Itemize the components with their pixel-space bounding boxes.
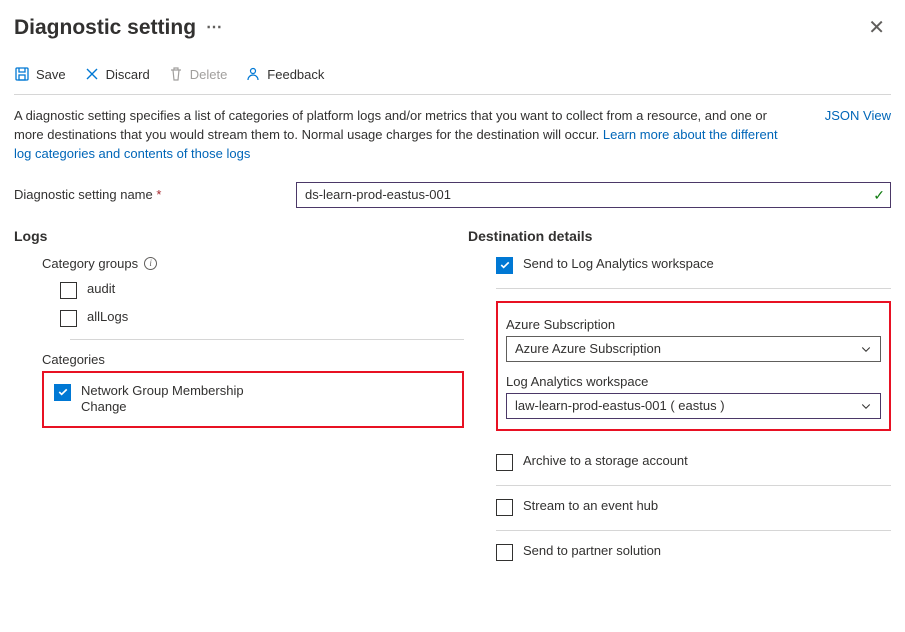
divider [496, 288, 891, 289]
checkbox-label: Stream to an event hub [523, 498, 658, 515]
categories-label: Categories [14, 352, 464, 367]
checkbox-label: Network Group Membership Change [81, 383, 254, 417]
feedback-label: Feedback [267, 67, 324, 82]
checkbox-label: Send to Log Analytics workspace [523, 256, 714, 273]
checkbox-box [496, 257, 513, 274]
subscription-label: Azure Subscription [506, 317, 881, 332]
checkbox-label: audit [87, 281, 115, 298]
checkbox-partner-solution[interactable]: Send to partner solution [496, 543, 891, 561]
info-icon[interactable]: i [144, 257, 157, 270]
toolbar: Save Discard Delete Feedback [14, 64, 891, 95]
close-icon: ✕ [868, 17, 885, 39]
more-icon[interactable]: ⋯ [206, 20, 223, 36]
checkbox-box [496, 454, 513, 471]
chevron-down-icon [860, 400, 872, 415]
divider [496, 530, 891, 531]
subscription-value: Azure Azure Subscription [515, 341, 661, 356]
subscription-select[interactable]: Azure Azure Subscription [506, 336, 881, 362]
checkbox-box [496, 544, 513, 561]
checkbox-stream-eventhub[interactable]: Stream to an event hub [496, 498, 891, 516]
highlight-law-details: Azure Subscription Azure Azure Subscript… [496, 301, 891, 431]
checkbox-box [60, 282, 77, 299]
discard-label: Discard [106, 67, 150, 82]
checkbox-box [496, 499, 513, 516]
close-button[interactable]: ✕ [862, 14, 891, 42]
checkbox-network-group-membership[interactable]: Network Group Membership Change [54, 383, 254, 417]
description-text: A diagnostic setting specifies a list of… [14, 107, 784, 164]
save-button[interactable]: Save [14, 64, 66, 84]
valid-check-icon: ✓ [873, 187, 885, 204]
setting-name-input[interactable] [296, 182, 891, 208]
page-title: Diagnostic setting [14, 16, 196, 40]
workspace-value: law-learn-prod-eastus-001 ( eastus ) [515, 398, 725, 413]
checkbox-box [54, 384, 71, 401]
checkbox-box [60, 310, 77, 327]
divider [70, 339, 464, 340]
checkbox-send-law[interactable]: Send to Log Analytics workspace [496, 256, 891, 274]
checkbox-label: Archive to a storage account [523, 453, 688, 470]
feedback-icon [245, 66, 261, 82]
divider [496, 485, 891, 486]
destination-heading: Destination details [468, 228, 891, 244]
discard-button[interactable]: Discard [84, 64, 150, 84]
feedback-button[interactable]: Feedback [245, 64, 324, 84]
category-groups-label: Category groups i [42, 256, 464, 271]
logs-heading: Logs [14, 228, 464, 244]
json-view-link[interactable]: JSON View [825, 107, 891, 164]
highlight-categories: Network Group Membership Change [42, 371, 464, 429]
delete-button: Delete [168, 64, 228, 84]
chevron-down-icon [860, 343, 872, 358]
delete-icon [168, 66, 184, 82]
discard-icon [84, 66, 100, 82]
delete-label: Delete [190, 67, 228, 82]
checkbox-alllogs[interactable]: allLogs [60, 309, 464, 327]
checkbox-label: allLogs [87, 309, 128, 326]
checkbox-archive-storage[interactable]: Archive to a storage account [496, 453, 891, 471]
checkbox-audit[interactable]: audit [60, 281, 464, 299]
save-icon [14, 66, 30, 82]
workspace-label: Log Analytics workspace [506, 374, 881, 389]
checkbox-label: Send to partner solution [523, 543, 661, 560]
save-label: Save [36, 67, 66, 82]
setting-name-label: Diagnostic setting name * [14, 187, 280, 202]
workspace-select[interactable]: law-learn-prod-eastus-001 ( eastus ) [506, 393, 881, 419]
